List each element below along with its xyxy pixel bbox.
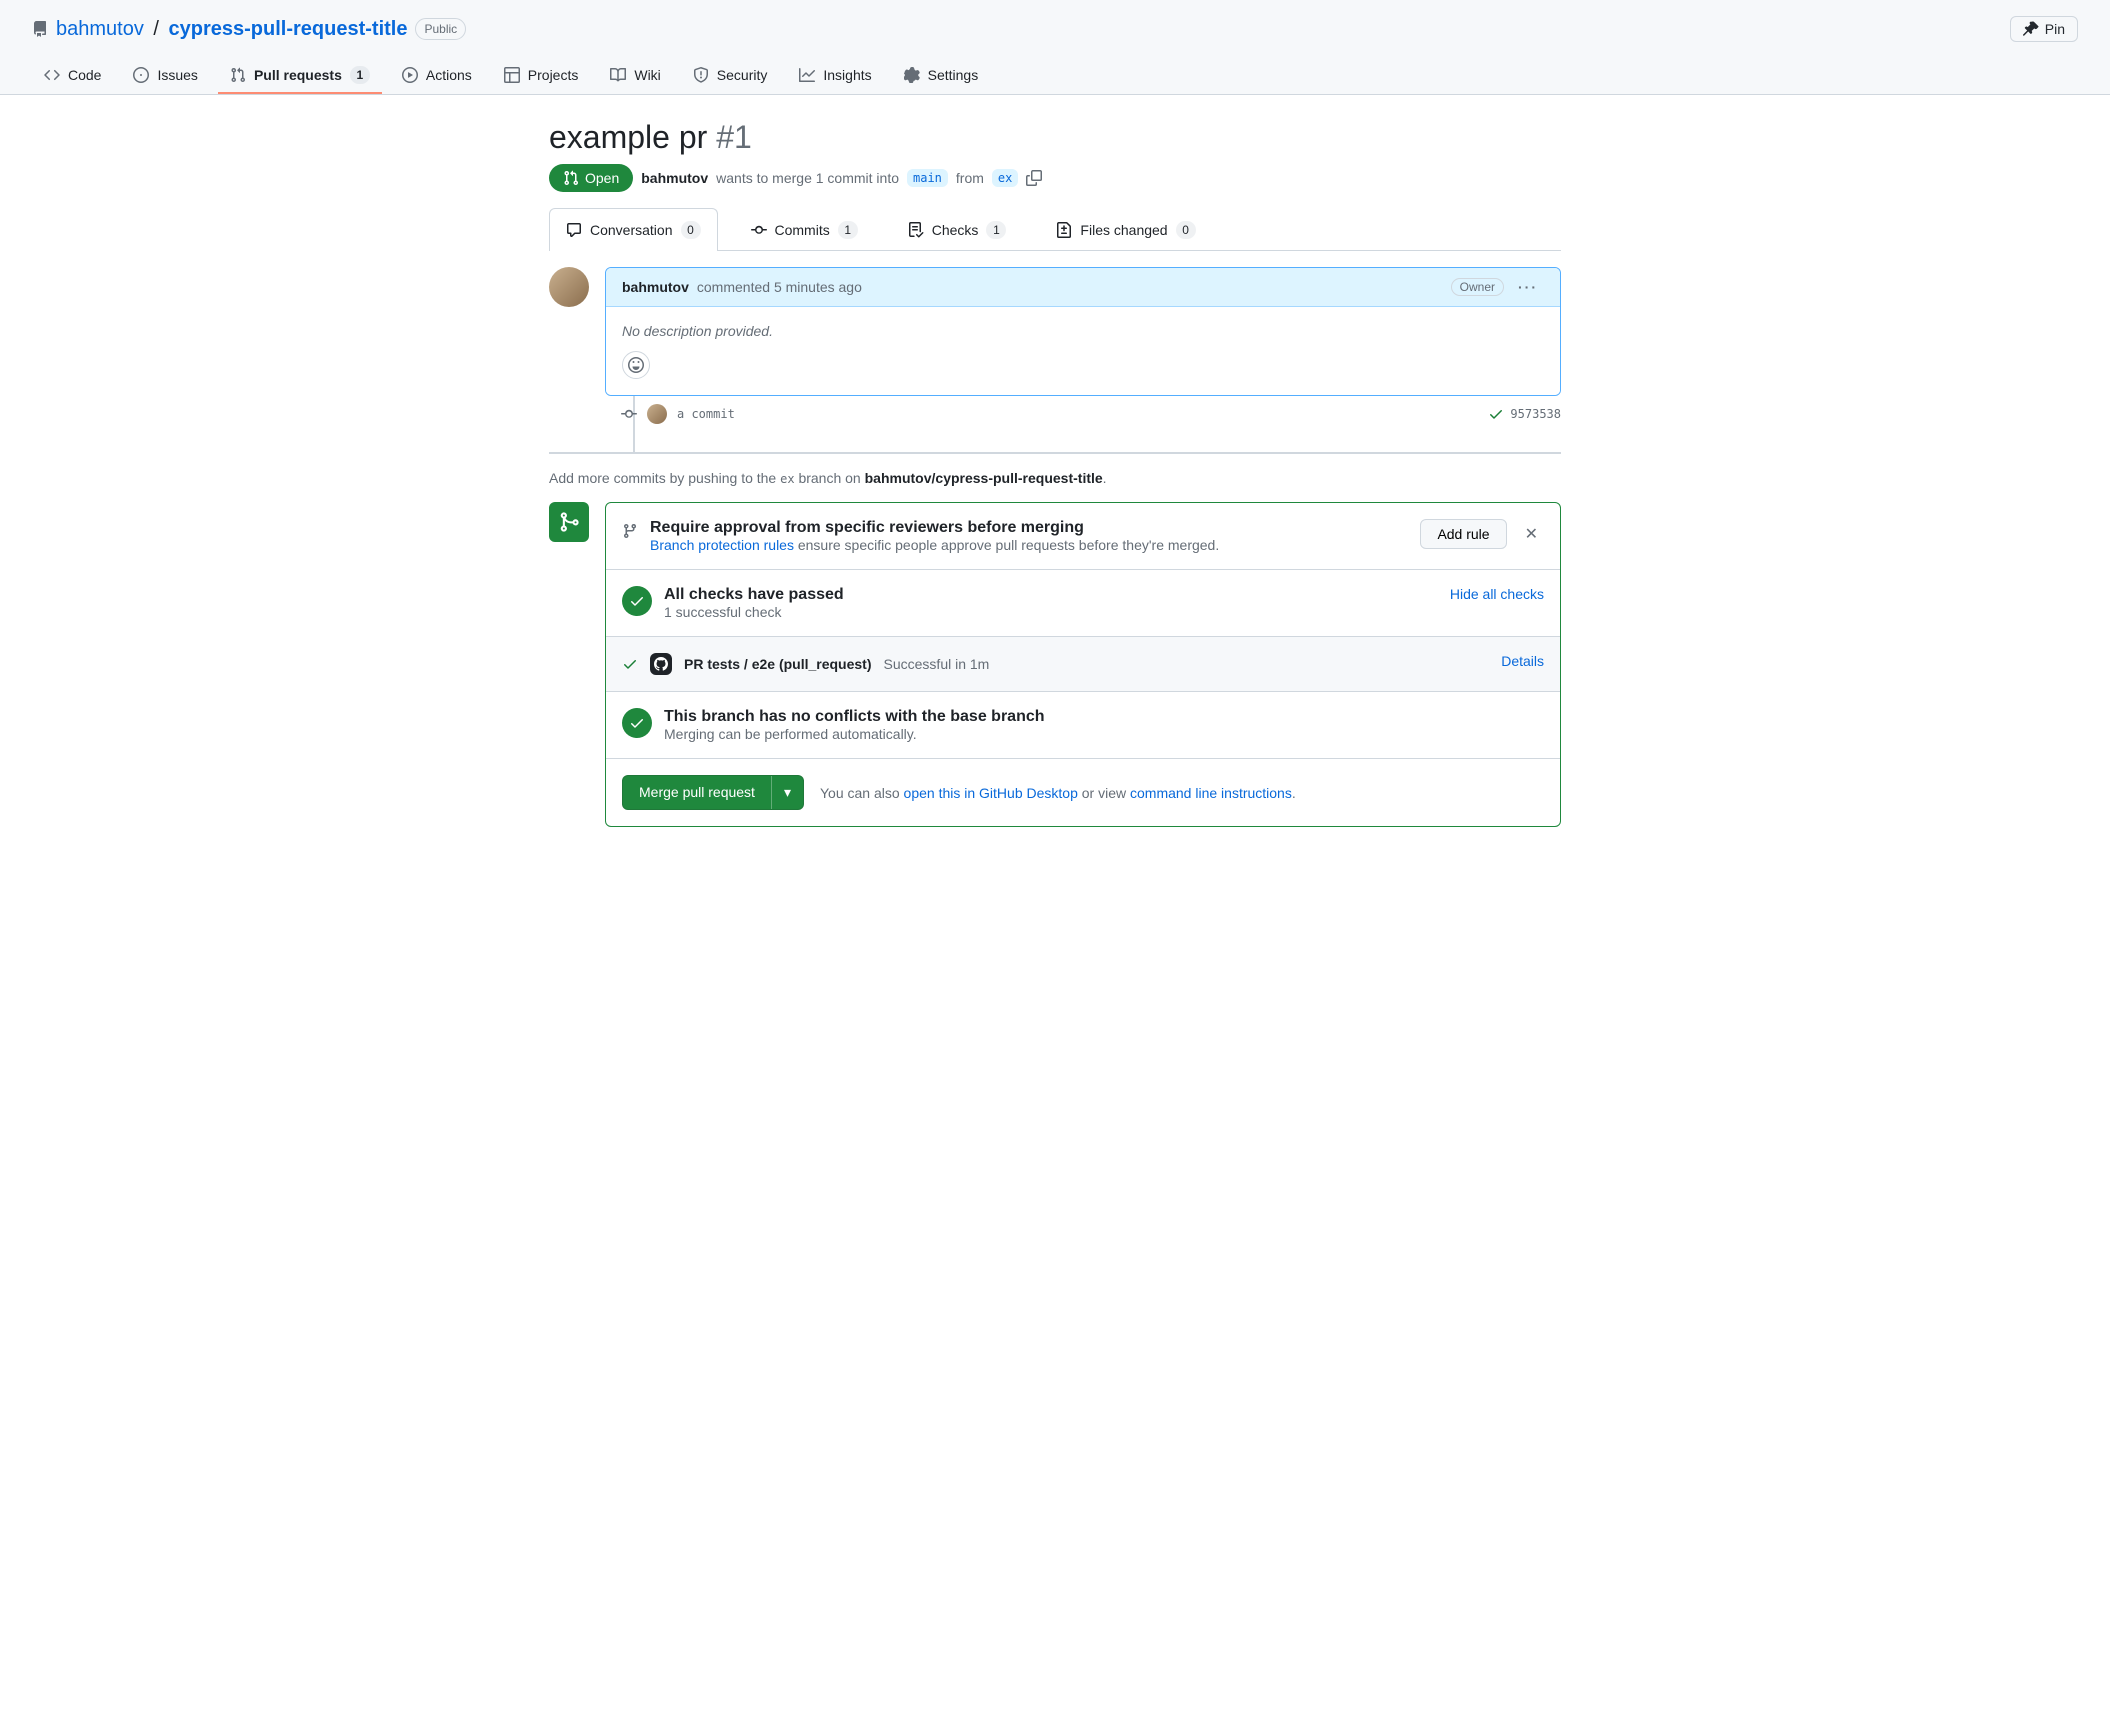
copy-icon[interactable] [1026,170,1042,186]
pull-request-icon [563,170,579,186]
check-details-link[interactable]: Details [1501,653,1544,669]
pin-button[interactable]: Pin [2010,16,2078,42]
repo-header: bahmutov / cypress-pull-request-title Pu… [0,0,2110,95]
commit-icon [621,406,637,422]
checklist-icon [908,222,924,238]
issue-icon [133,67,149,83]
merge-dropdown-button[interactable]: ▾ [771,776,803,809]
merge-button[interactable]: Merge pull request [623,776,771,809]
check-name[interactable]: PR tests / e2e (pull_request) [684,656,872,672]
graph-icon [799,67,815,83]
tab-code[interactable]: Code [32,58,113,94]
tab-insights[interactable]: Insights [787,58,883,94]
gear-icon [904,67,920,83]
tab-issues[interactable]: Issues [121,58,209,94]
head-branch[interactable]: ex [992,169,1018,187]
repo-tabs: Code Issues Pull requests 1 Actions Proj… [32,58,2078,94]
commit-row: a commit 9573538 [549,396,1561,432]
no-conflicts-title: This branch has no conflicts with the ba… [664,708,1544,726]
owner-badge: Owner [1451,278,1504,296]
emoji-reaction-button[interactable] [622,351,650,379]
avatar[interactable] [549,267,589,307]
hide-checks-link[interactable]: Hide all checks [1450,586,1544,602]
github-logo-icon [650,653,672,675]
commit-icon [751,222,767,238]
cli-instructions-link[interactable]: command line instructions [1130,785,1292,801]
play-icon [402,67,418,83]
tab-commits[interactable]: Commits 1 [734,208,875,251]
repo-icon [32,21,48,37]
push-hint: Add more commits by pushing to the ex br… [549,452,1561,502]
tab-checks[interactable]: Checks 1 [891,208,1024,251]
pr-tabs: Conversation 0 Commits 1 Checks 1 Files … [549,208,1561,251]
avatar[interactable] [647,404,667,424]
pin-icon [2023,21,2039,37]
commit-sha[interactable]: 9573538 [1510,407,1561,421]
merge-box: Require approval from specific reviewers… [605,502,1561,827]
branch-protection-link[interactable]: Branch protection rules [650,537,794,553]
breadcrumb: bahmutov / cypress-pull-request-title [56,18,407,41]
tab-projects[interactable]: Projects [492,58,591,94]
protect-title: Require approval from specific reviewers… [650,519,1408,537]
comment-icon [566,222,582,238]
table-icon [504,67,520,83]
pr-author[interactable]: bahmutov [641,170,708,186]
pr-meta: Open bahmutov wants to merge 1 commit in… [549,164,1561,192]
tab-files-changed[interactable]: Files changed 0 [1039,208,1212,251]
pr-count: 1 [350,66,370,84]
merge-icon [549,502,589,542]
comment-body-text: No description provided. [622,323,1544,339]
comment-author[interactable]: bahmutov [622,279,689,295]
commit-message[interactable]: a commit [677,407,735,421]
open-desktop-link[interactable]: open this in GitHub Desktop [904,785,1078,801]
kebab-icon[interactable]: ··· [1512,279,1544,295]
tab-actions[interactable]: Actions [390,58,484,94]
owner-link[interactable]: bahmutov [56,18,144,40]
tab-wiki[interactable]: Wiki [598,58,672,94]
pull-request-icon [230,67,246,83]
comment-box: bahmutov commented 5 minutes ago Owner ·… [605,267,1561,396]
pr-title: example pr #1 [549,119,1561,156]
close-icon[interactable]: ✕ [1519,524,1544,544]
file-diff-icon [1056,222,1072,238]
shield-icon [693,67,709,83]
repo-link[interactable]: cypress-pull-request-title [169,18,408,40]
tab-pull-requests[interactable]: Pull requests 1 [218,58,382,94]
checks-title: All checks have passed [664,586,1438,604]
branch-icon [622,523,638,539]
check-icon [622,708,652,738]
base-branch[interactable]: main [907,169,948,187]
code-icon [44,67,60,83]
tab-conversation[interactable]: Conversation 0 [549,208,718,251]
visibility-badge: Public [415,18,466,40]
merge-button-group: Merge pull request ▾ [622,775,804,810]
check-icon [622,656,638,672]
add-rule-button[interactable]: Add rule [1420,519,1506,549]
tab-security[interactable]: Security [681,58,780,94]
check-icon [622,586,652,616]
state-badge: Open [549,164,633,192]
book-icon [610,67,626,83]
tab-settings[interactable]: Settings [892,58,991,94]
check-icon[interactable] [1488,406,1504,422]
